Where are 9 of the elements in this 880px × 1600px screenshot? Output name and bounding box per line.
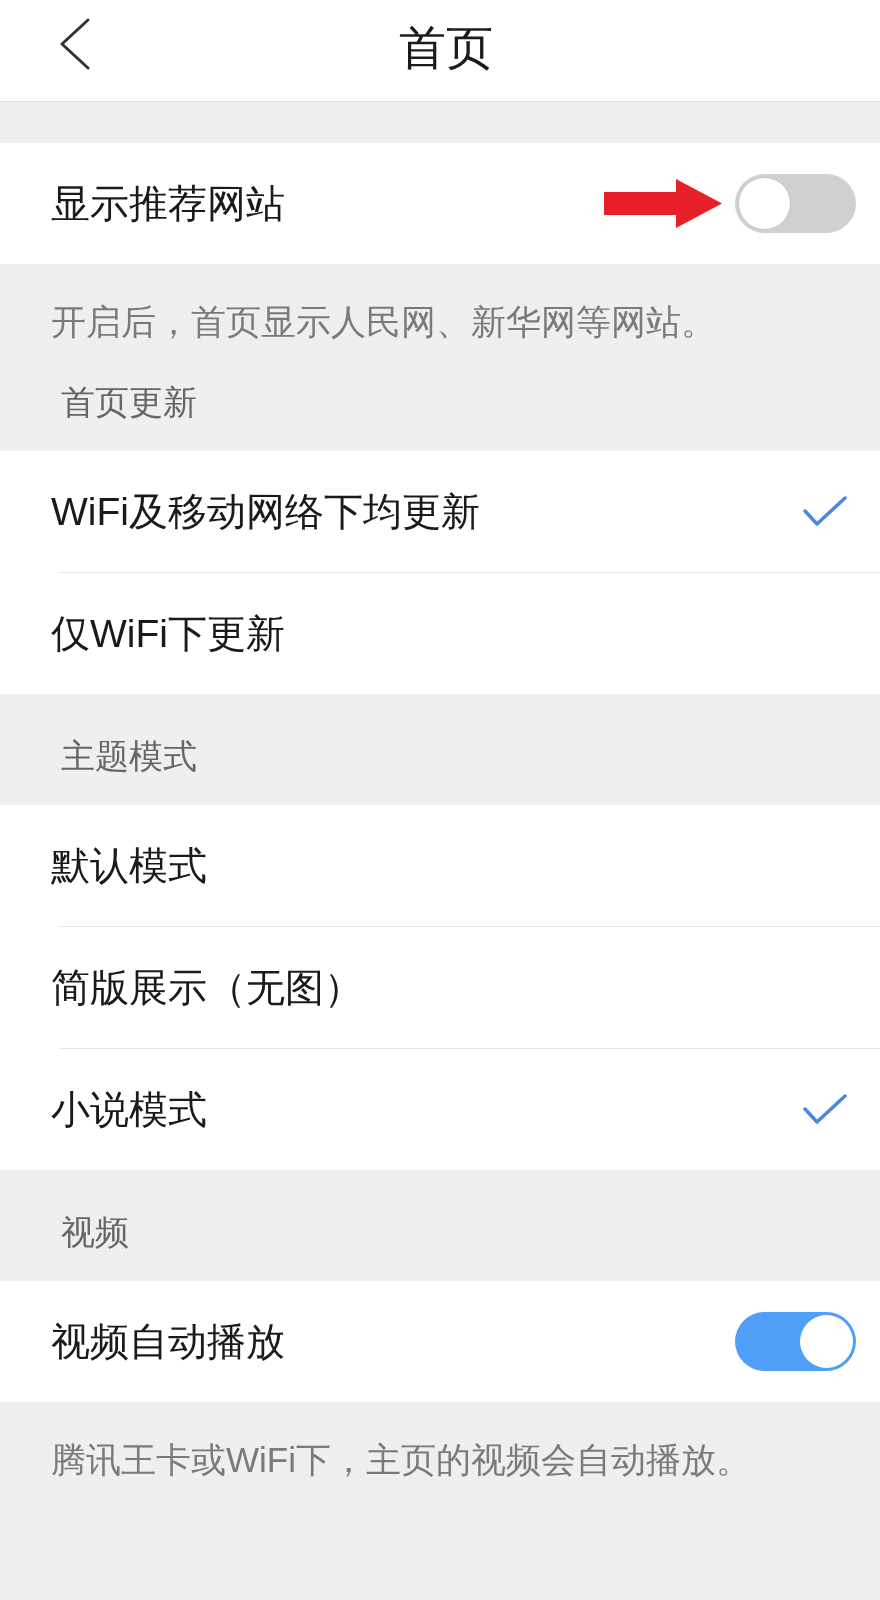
section-heading: 首页更新 [60,382,198,423]
section-note: 开启后，首页显示人民网、新华网等网站。 [50,301,717,340]
setting-label: 显示推荐网站 [51,180,286,227]
section-note: 腾讯王卡或WiFi下，主页的视频会自动播放。 [50,1439,752,1478]
page-title: 首页 [399,21,493,74]
setting-label: 视频自动播放 [51,1318,286,1365]
back-icon[interactable] [58,18,90,70]
section-heading: 主题模式 [60,736,198,777]
section-heading: 视频 [60,1212,130,1253]
